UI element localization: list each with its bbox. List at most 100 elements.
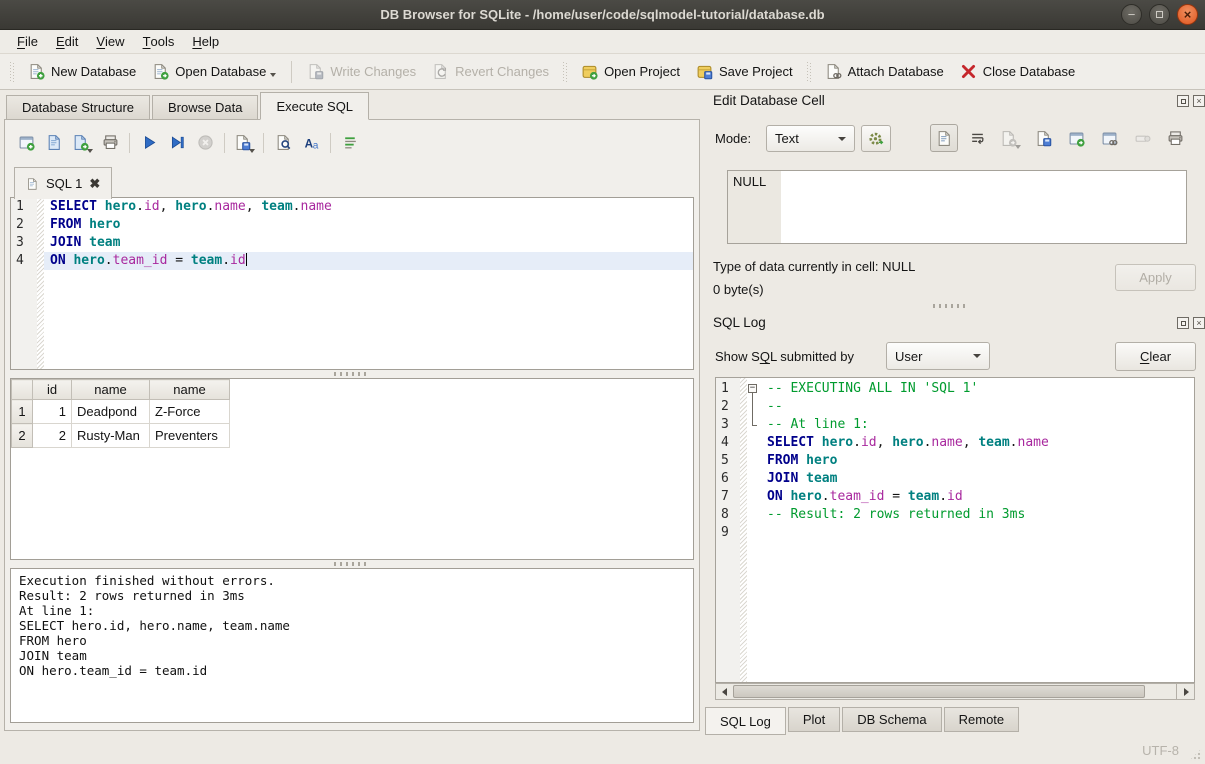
import-data-icon: [1000, 130, 1017, 147]
open-sql-in-tab-button[interactable]: [68, 129, 96, 156]
cell-mode-select[interactable]: Text: [766, 125, 855, 152]
apply-button[interactable]: Apply: [1115, 264, 1196, 291]
code-line[interactable]: SELECT hero.id, hero.name, team.name: [761, 434, 1194, 452]
results-grid[interactable]: idnamename11DeadpondZ-Force22Rusty-ManPr…: [10, 378, 694, 560]
title-bar[interactable]: DB Browser for SQLite - /home/user/code/…: [0, 0, 1205, 30]
code-line[interactable]: -- EXECUTING ALL IN 'SQL 1': [761, 380, 1194, 398]
open-database-button[interactable]: Open Database: [144, 59, 284, 84]
print-sql-icon: [102, 134, 119, 151]
print-cell-button[interactable]: [1161, 124, 1189, 152]
dock-tab-db-schema[interactable]: DB Schema: [842, 707, 941, 732]
row-header[interactable]: 1: [12, 400, 33, 424]
dropdown-caret-icon[interactable]: [249, 149, 255, 153]
format-sql-button[interactable]: Aa: [297, 129, 325, 156]
tab-database-structure[interactable]: Database Structure: [6, 95, 150, 120]
code-line[interactable]: [761, 524, 1194, 542]
print-sql-button[interactable]: [96, 129, 124, 156]
code-line[interactable]: JOIN team: [761, 470, 1194, 488]
column-header[interactable]: name: [150, 380, 230, 400]
close-dock-icon[interactable]: ×: [1193, 95, 1205, 107]
menu-edit[interactable]: Edit: [47, 30, 87, 53]
log-line: 5FROM hero: [716, 452, 1194, 470]
dock-tab-plot[interactable]: Plot: [788, 707, 840, 732]
log-horizontal-scrollbar[interactable]: [715, 683, 1195, 700]
dock-tab-remote[interactable]: Remote: [944, 707, 1020, 732]
execute-all-button[interactable]: [135, 129, 163, 156]
scroll-right-icon[interactable]: [1178, 684, 1194, 699]
cell-value-editor[interactable]: NULL: [727, 170, 1187, 244]
execute-current-line-button[interactable]: [163, 129, 191, 156]
save-results-button[interactable]: [230, 129, 258, 156]
open-sql-file-button[interactable]: [40, 129, 68, 156]
maximize-button[interactable]: [1149, 4, 1170, 25]
open-project-button[interactable]: Open Project: [573, 59, 688, 84]
fold-marker: [747, 506, 761, 524]
code-line[interactable]: FROM hero: [44, 216, 693, 234]
minimize-button[interactable]: −: [1121, 4, 1142, 25]
dropdown-caret-icon[interactable]: [270, 73, 276, 77]
code-line[interactable]: FROM hero: [761, 452, 1194, 470]
tab-execute-sql[interactable]: Execute SQL: [260, 92, 369, 120]
code-line[interactable]: SELECT hero.id, hero.name, team.name: [44, 198, 693, 216]
table-cell[interactable]: Z-Force: [150, 400, 230, 424]
code-line[interactable]: --: [761, 398, 1194, 416]
minimize-icon: −: [1128, 8, 1136, 21]
fold-marker[interactable]: [747, 380, 761, 398]
sql-editor[interactable]: 1SELECT hero.id, hero.name, team.name2FR…: [10, 197, 694, 370]
open-in-external-button[interactable]: [1062, 124, 1090, 152]
code-line[interactable]: JOIN team: [44, 234, 693, 252]
code-line[interactable]: -- Result: 2 rows returned in 3ms: [761, 506, 1194, 524]
export-data-button[interactable]: [1029, 124, 1057, 152]
chevron-down-icon: [973, 354, 981, 358]
line-number: 2: [716, 398, 740, 416]
menu-help[interactable]: Help: [183, 30, 228, 53]
copy-special-button[interactable]: [1095, 124, 1123, 152]
resize-grip[interactable]: [1189, 748, 1202, 761]
row-header[interactable]: 2: [12, 424, 33, 448]
mode-label: Mode:: [715, 131, 751, 146]
menu-tools[interactable]: Tools: [134, 30, 184, 53]
menu-view[interactable]: View: [87, 30, 133, 53]
table-cell[interactable]: 2: [33, 424, 72, 448]
log-filter-select[interactable]: User: [886, 342, 990, 370]
scrollbar-thumb[interactable]: [733, 685, 1145, 698]
table-cell[interactable]: 1: [33, 400, 72, 424]
menu-file[interactable]: File: [8, 30, 47, 53]
close-database-button[interactable]: Close Database: [952, 59, 1084, 84]
code-line[interactable]: -- At line 1:: [761, 416, 1194, 434]
table-cell[interactable]: Deadpond: [72, 400, 150, 424]
new-database-button[interactable]: New Database: [20, 59, 144, 84]
float-dock-icon[interactable]: [1177, 95, 1189, 107]
column-header[interactable]: name: [72, 380, 150, 400]
auto-completion-button[interactable]: [336, 129, 364, 156]
close-sql-tab-icon[interactable]: ✖: [89, 177, 100, 190]
table-cell[interactable]: Rusty-Man: [72, 424, 150, 448]
editor-results-splitter[interactable]: [334, 372, 370, 376]
dock-tab-sql-log[interactable]: SQL Log: [705, 707, 786, 735]
save-project-button[interactable]: Save Project: [688, 59, 801, 84]
dropdown-caret-icon[interactable]: [87, 149, 93, 153]
text-mode-button[interactable]: [930, 124, 958, 152]
close-dock-icon[interactable]: ×: [1193, 317, 1205, 329]
find-replace-button[interactable]: [269, 129, 297, 156]
tab-browse-data[interactable]: Browse Data: [152, 95, 258, 120]
sql-log-view[interactable]: 1-- EXECUTING ALL IN 'SQL 1'2--3-- At li…: [715, 377, 1195, 683]
scroll-left-icon[interactable]: [716, 684, 732, 699]
cell-log-splitter[interactable]: [933, 304, 969, 308]
execution-message-box[interactable]: Execution finished without errors. Resul…: [10, 568, 694, 723]
column-header[interactable]: id: [33, 380, 72, 400]
close-button[interactable]: ×: [1177, 4, 1198, 25]
code-line[interactable]: ON hero.team_id = team.id: [761, 488, 1194, 506]
import-settings-button[interactable]: [861, 125, 891, 152]
sql-file-tab[interactable]: SQL 1 ✖: [14, 167, 112, 199]
new-sql-tab-button[interactable]: [12, 129, 40, 156]
float-dock-icon[interactable]: [1177, 317, 1189, 329]
attach-database-button[interactable]: Attach Database: [817, 59, 952, 84]
code-line[interactable]: ON hero.team_id = team.id: [44, 252, 693, 270]
word-wrap-button[interactable]: [963, 124, 991, 152]
corner-header: [12, 380, 33, 400]
results-message-splitter[interactable]: [334, 562, 370, 566]
table-cell[interactable]: Preventers: [150, 424, 230, 448]
write-changes-button: Write Changes: [299, 59, 424, 84]
clear-log-button[interactable]: Clear: [1115, 342, 1196, 371]
